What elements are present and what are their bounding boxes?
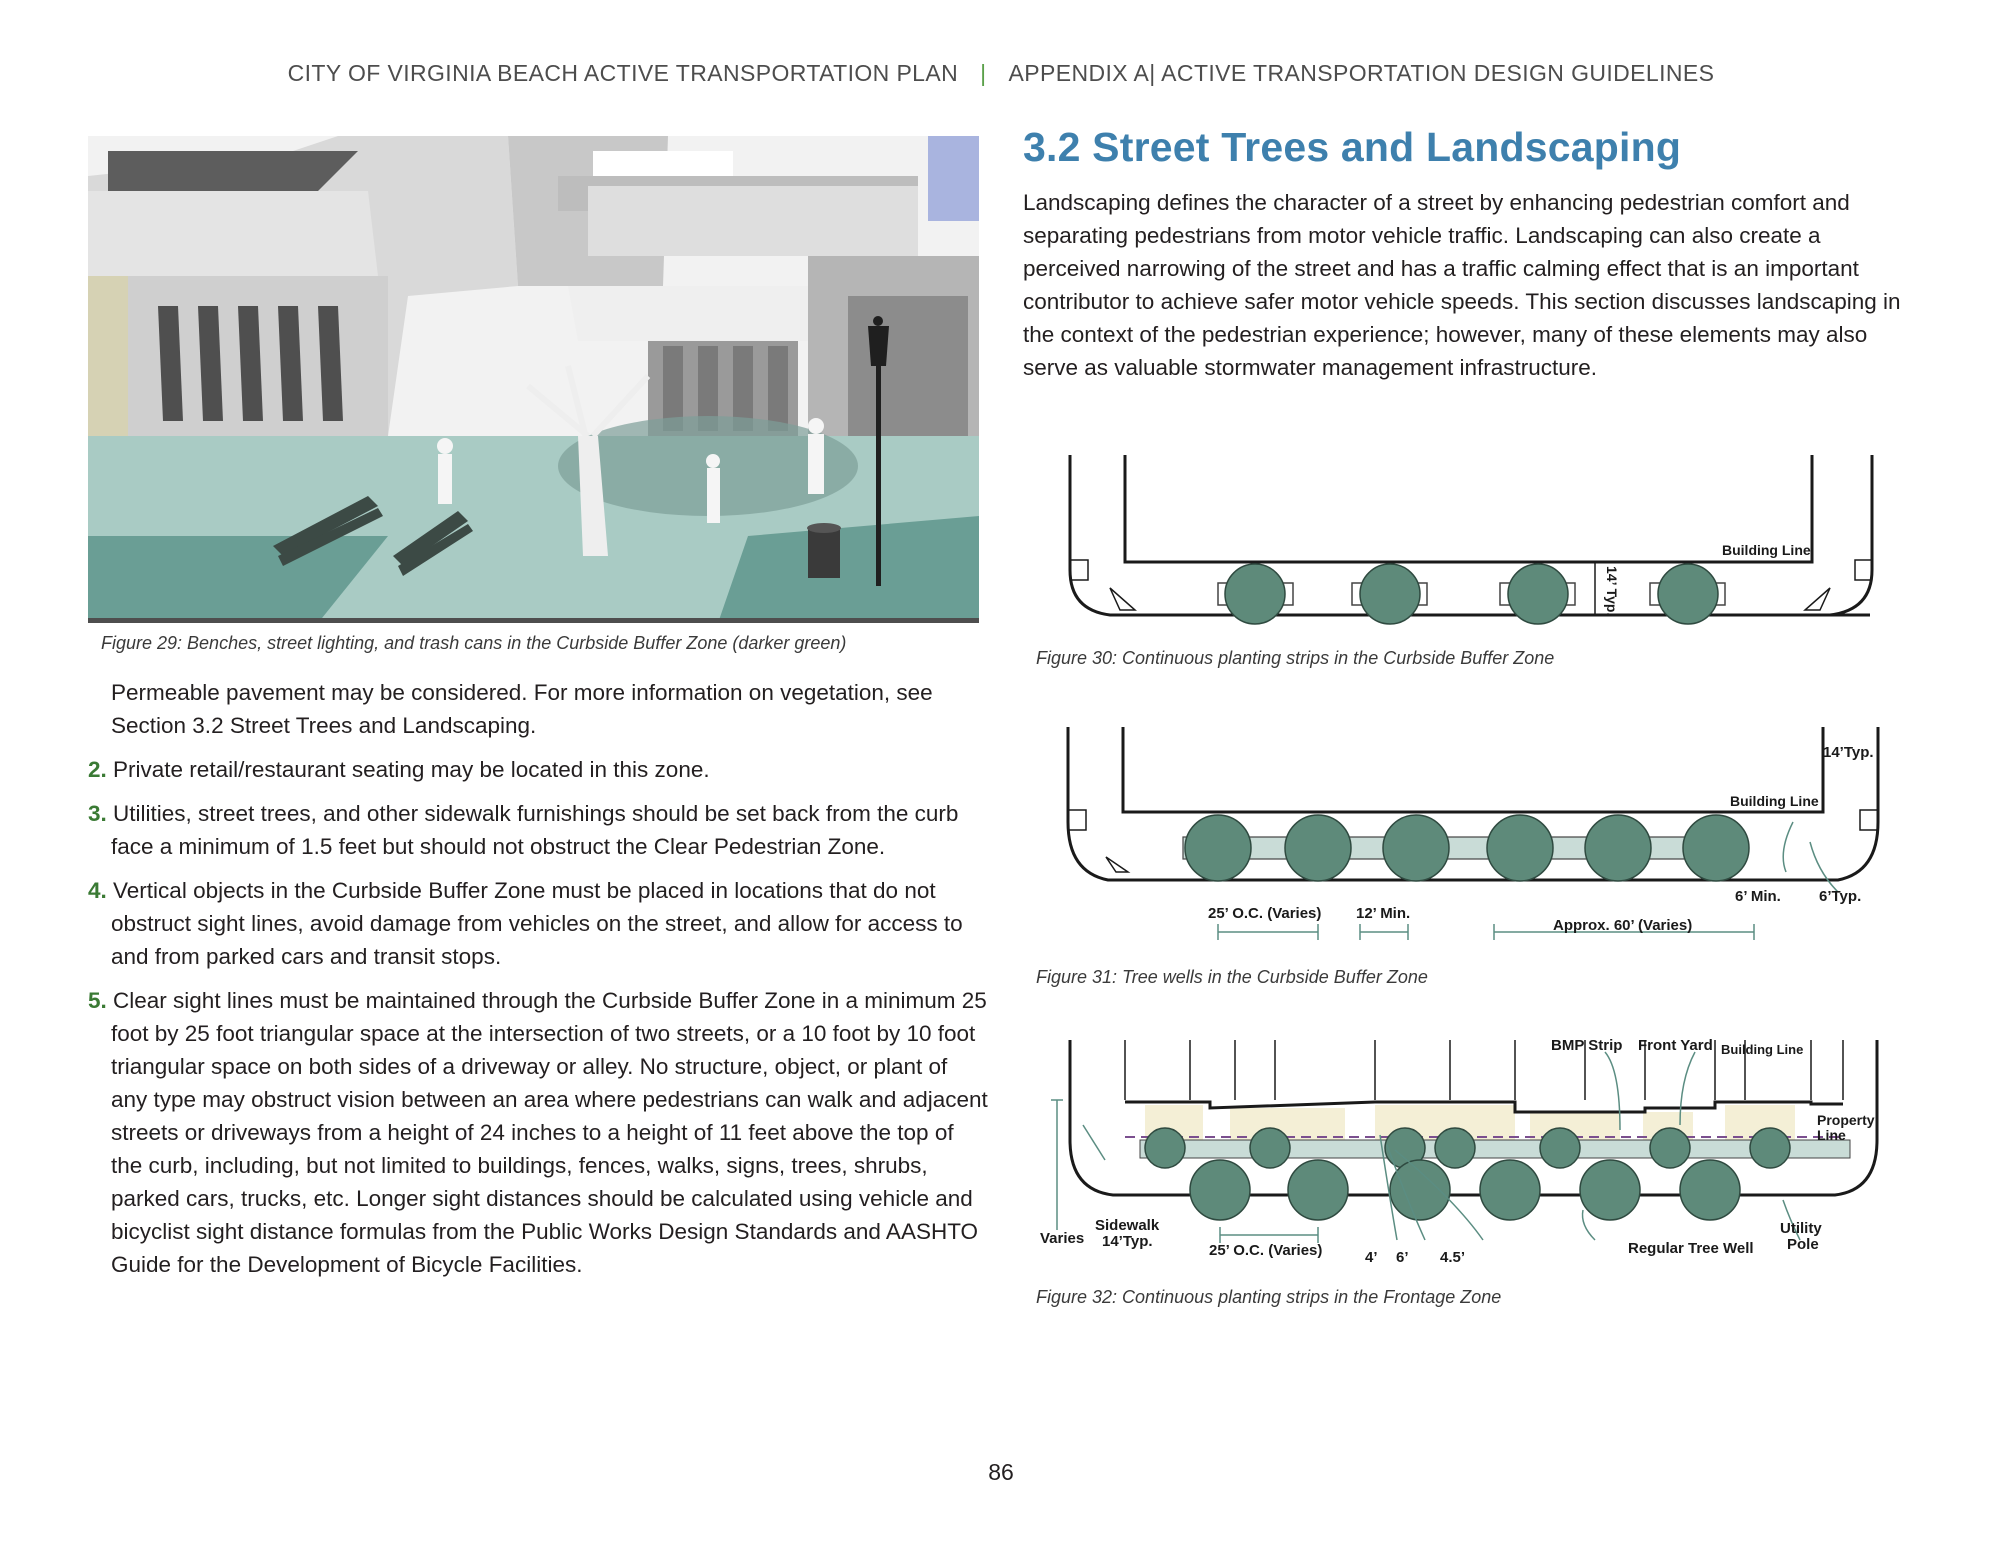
figure-32-property-label-1: Property xyxy=(1817,1112,1875,1128)
figure-29-caption: Figure 29: Benches, street lighting, and… xyxy=(101,633,847,653)
figure-32-6ft-label: 6’ xyxy=(1396,1249,1409,1266)
figure-32-property-label-2: Line xyxy=(1817,1127,1846,1143)
figure-31-caption: Figure 31: Tree wells in the Curbside Bu… xyxy=(1036,967,1428,987)
section-body-paragraph: Landscaping defines the character of a s… xyxy=(1023,190,1901,380)
figure-31-diagram: 14’Typ. Building Line 25’ O.C. (Varies) … xyxy=(1066,727,1880,940)
page-number: 86 xyxy=(988,1459,1014,1485)
figure-32-4ft-label: 4’ xyxy=(1365,1249,1378,1266)
figure-31-6typ-label: 6’Typ. xyxy=(1819,888,1861,905)
list-item: 3. Utilities, street trees, and other si… xyxy=(88,797,988,863)
figure-30-caption: Figure 30: Continuous planting strips in… xyxy=(1036,648,1555,668)
continuation-paragraph: Permeable pavement may be considered. Fo… xyxy=(111,680,933,738)
figure-32-diagram: BMP Strip Front Yard Building Line Prope… xyxy=(1040,1037,1879,1266)
figure-32-4-5ft-label: 4.5’ xyxy=(1440,1249,1465,1266)
figure-32-sidewalk-label-1: Sidewalk xyxy=(1095,1217,1160,1234)
list-item-number: 2. xyxy=(88,757,107,782)
section-title: 3.2 Street Trees and Landscaping xyxy=(1023,124,1682,170)
figure-30-building-line-label: Building Line xyxy=(1722,542,1811,558)
list-item: 2. Private retail/restaurant seating may… xyxy=(88,753,988,786)
figure-30-diagram: Building Line 14’ Typ. xyxy=(1068,455,1874,625)
figure-31-14typ-label: 14’Typ. xyxy=(1823,744,1874,761)
header-appendix-title: APPENDIX A| ACTIVE TRANSPORTATION DESIGN… xyxy=(1008,60,1715,86)
figure-32-spacing-label: 25’ O.C. (Varies) xyxy=(1209,1242,1322,1259)
header-separator: | xyxy=(980,60,987,86)
figure-32-front-yard-label: Front Yard xyxy=(1638,1037,1713,1054)
figure-31-6min-label: 6’ Min. xyxy=(1735,888,1781,905)
figure-29-streetscape-illustration xyxy=(88,136,979,623)
left-column-list: Permeable pavement may be considered. Fo… xyxy=(88,676,988,1292)
figure-32-bmp-label: BMP Strip xyxy=(1551,1037,1622,1054)
figure-32-caption: Figure 32: Continuous planting strips in… xyxy=(1036,1287,1502,1307)
list-item-text: Utilities, street trees, and other sidew… xyxy=(111,801,959,859)
list-item: 4. Vertical objects in the Curbside Buff… xyxy=(88,874,988,973)
header-plan-title: CITY OF VIRGINIA BEACH ACTIVE TRANSPORTA… xyxy=(287,60,959,86)
list-item-number: 5. xyxy=(88,988,107,1013)
figure-32-sidewalk-label-2: 14’Typ. xyxy=(1102,1233,1153,1250)
figure-30-dimension-label: 14’ Typ. xyxy=(1604,566,1620,616)
figure-32-utility-label-1: Utility xyxy=(1780,1220,1822,1237)
figure-31-building-line-label: Building Line xyxy=(1730,793,1819,809)
list-item-number: 4. xyxy=(88,878,107,903)
list-item: 5. Clear sight lines must be maintained … xyxy=(88,984,988,1281)
list-item-text: Private retail/restaurant seating may be… xyxy=(113,757,710,782)
figure-32-tree-well-label: Regular Tree Well xyxy=(1628,1240,1754,1257)
list-item-text: Vertical objects in the Curbside Buffer … xyxy=(111,878,963,969)
figure-32-varies-label: Varies xyxy=(1040,1230,1084,1247)
list-item-text: Clear sight lines must be maintained thr… xyxy=(111,988,988,1277)
figure-31-approx-label: Approx. 60’ (Varies) xyxy=(1553,917,1692,934)
figure-32-utility-label-2: Pole xyxy=(1787,1236,1819,1253)
list-item-number: 3. xyxy=(88,801,107,826)
running-header: CITY OF VIRGINIA BEACH ACTIVE TRANSPORTA… xyxy=(0,60,2002,87)
figure-31-spacing-label: 25’ O.C. (Varies) xyxy=(1208,905,1321,922)
figure-31-min-label: 12’ Min. xyxy=(1356,905,1410,922)
figure-32-building-line-label: Building Line xyxy=(1721,1042,1803,1057)
